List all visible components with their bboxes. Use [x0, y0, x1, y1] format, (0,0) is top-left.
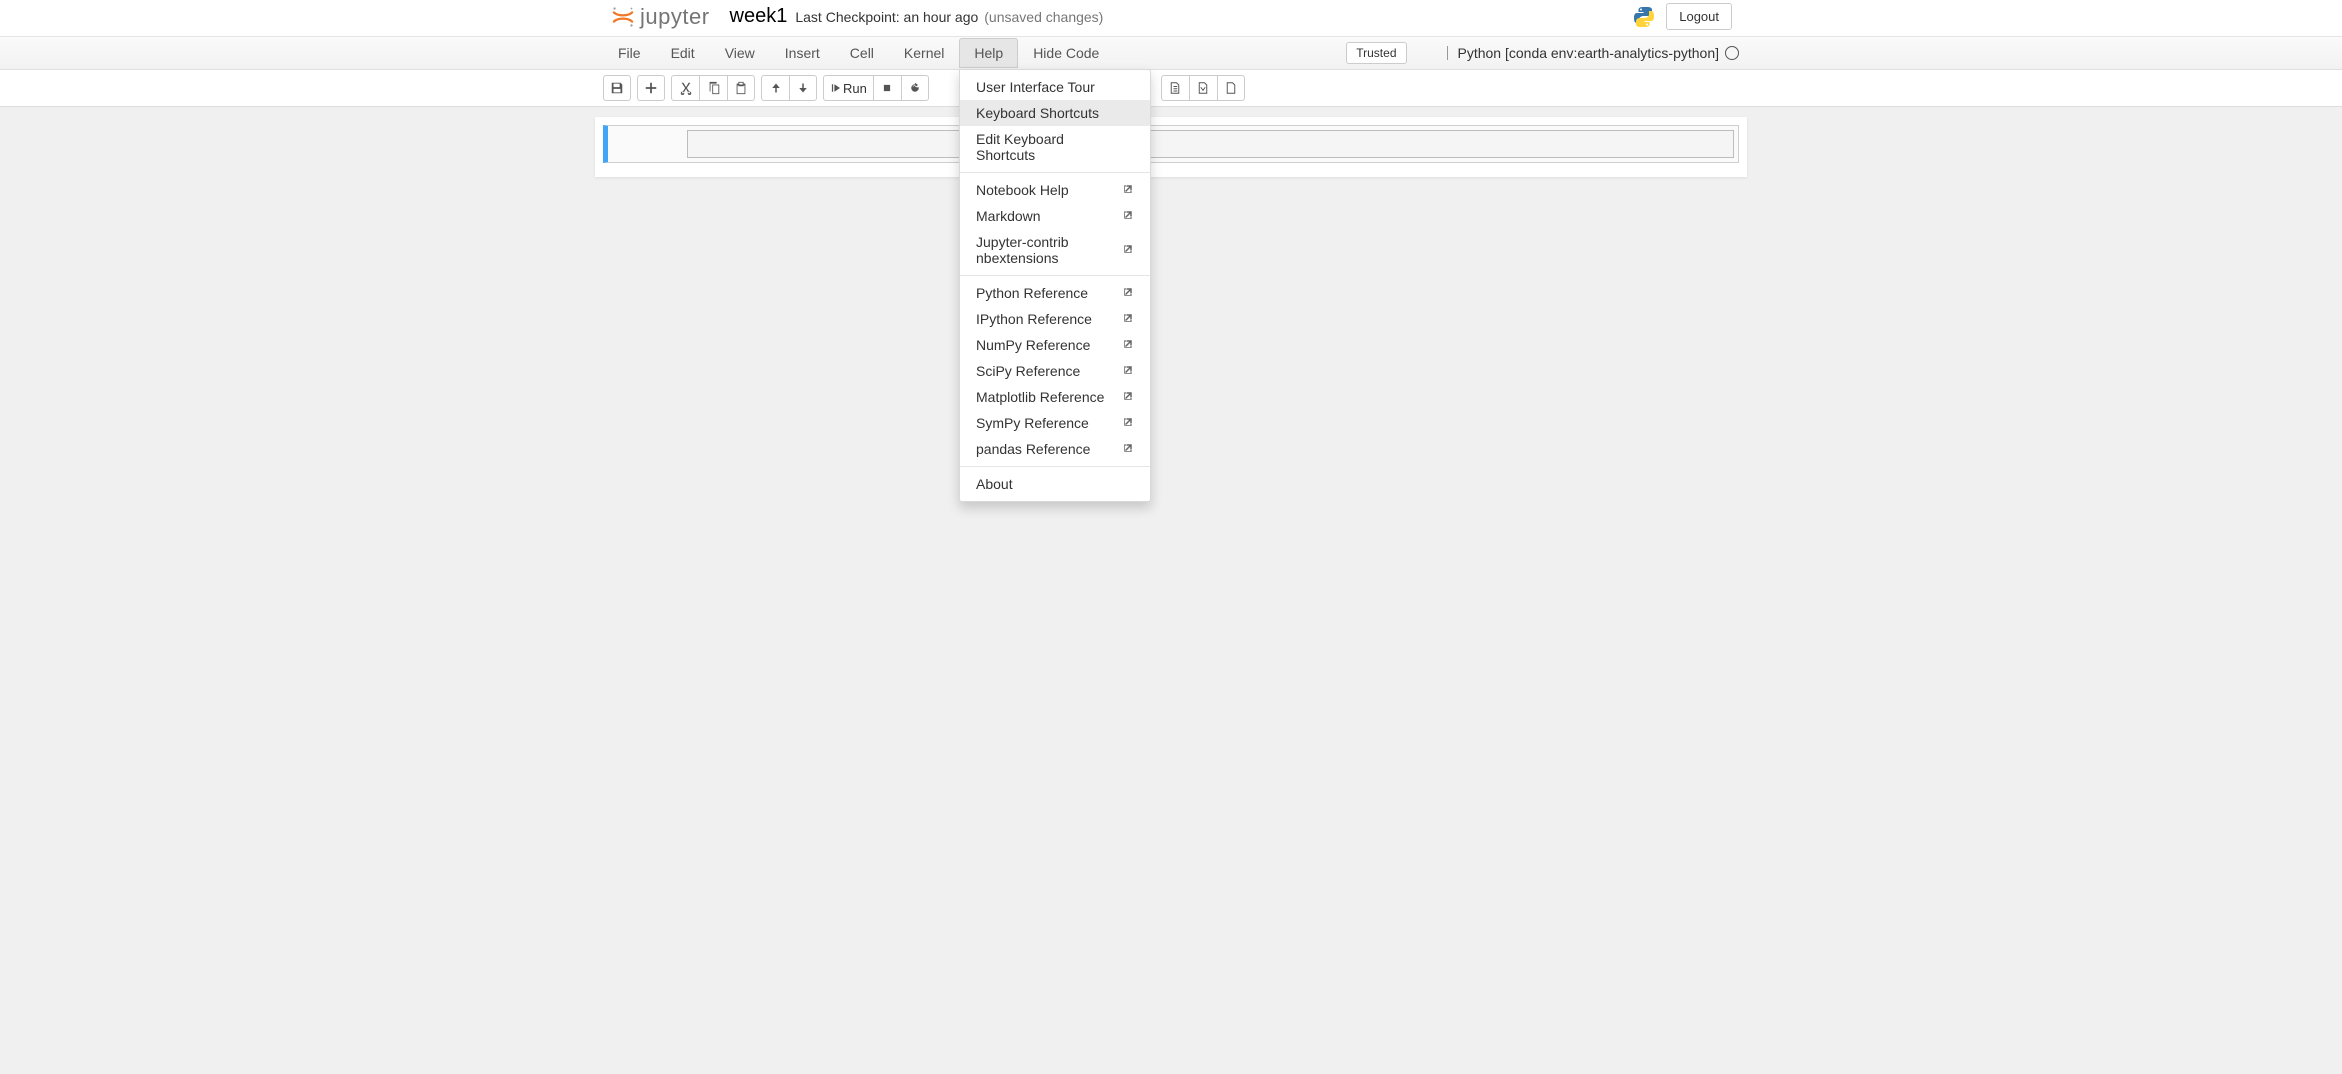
arrow-up-icon [770, 82, 782, 94]
help-item-user-interface-tour[interactable]: User Interface Tour [960, 74, 1150, 100]
paste-button[interactable] [727, 75, 755, 101]
play-icon [830, 83, 840, 93]
template-button[interactable] [1161, 75, 1189, 101]
menu-divider [960, 172, 1150, 173]
help-item-notebook-help[interactable]: Notebook Help [960, 177, 1150, 203]
menu-item-label: Edit Keyboard Shortcuts [976, 131, 1106, 163]
notebook-area [595, 117, 1747, 177]
kernel-indicator: Python [conda env:earth-analytics-python… [1447, 45, 1740, 61]
copy-icon [707, 81, 721, 95]
menu-item-label: SymPy Reference [976, 415, 1089, 431]
menu-item-label: Matplotlib Reference [976, 389, 1104, 405]
unsaved-status: (unsaved changes) [984, 9, 1103, 25]
file-blank-icon [1225, 81, 1237, 95]
menu-item-label: NumPy Reference [976, 337, 1090, 353]
code-input[interactable] [687, 130, 1734, 158]
menu-insert[interactable]: Insert [770, 38, 835, 68]
restart-icon [909, 82, 921, 94]
menu-divider [960, 466, 1150, 467]
help-item-markdown[interactable]: Markdown [960, 203, 1150, 229]
restart-button[interactable] [901, 75, 929, 101]
menu-kernel[interactable]: Kernel [889, 38, 959, 68]
help-item-pandas-reference[interactable]: pandas Reference [960, 436, 1150, 462]
help-item-ipython-reference[interactable]: IPython Reference [960, 306, 1150, 332]
checkpoint-status: Last Checkpoint: an hour ago [795, 9, 978, 25]
arrow-down-icon [797, 82, 809, 94]
help-item-jupyter-contrib-nbextensions[interactable]: Jupyter-contrib nbextensions [960, 229, 1150, 271]
add-cell-button[interactable] [637, 75, 665, 101]
external-link-icon [1122, 389, 1134, 405]
paste-icon [734, 81, 748, 95]
toolbar: Run [0, 70, 2342, 107]
external-link-icon [1122, 311, 1134, 327]
trusted-button[interactable]: Trusted [1346, 42, 1406, 64]
help-dropdown: User Interface Tour Keyboard Shortcuts Edi… [959, 69, 1151, 502]
help-item-sympy-reference[interactable]: SymPy Reference [960, 410, 1150, 436]
menu-item-label: SciPy Reference [976, 363, 1080, 379]
logout-button[interactable]: Logout [1666, 3, 1732, 30]
run-label: Run [843, 81, 867, 96]
copy-button[interactable] [699, 75, 727, 101]
menubar: FileEditViewInsertCellKernelHelpUser Int… [0, 37, 2342, 70]
kernel-status-icon [1725, 46, 1739, 60]
move-down-button[interactable] [789, 75, 817, 101]
menu-item-label: User Interface Tour [976, 79, 1095, 95]
external-link-icon [1122, 182, 1134, 198]
header: jupyter week1 Last Checkpoint: an hour a… [0, 0, 2342, 37]
menu-item-label: pandas Reference [976, 441, 1090, 457]
menu-hide-code[interactable]: Hide Code [1018, 38, 1114, 68]
jupyter-logo-text: jupyter [640, 4, 710, 30]
external-link-icon [1122, 415, 1134, 431]
menu-item-label: About [976, 476, 1013, 492]
external-link-icon [1122, 441, 1134, 457]
menu-item-label: Python Reference [976, 285, 1088, 301]
stop-icon [882, 83, 892, 93]
save-button[interactable] [603, 75, 631, 101]
file-icon [1169, 81, 1181, 95]
menu-item-label: Markdown [976, 208, 1041, 224]
move-up-button[interactable] [761, 75, 789, 101]
kernel-name[interactable]: Python [conda env:earth-analytics-python… [1458, 45, 1720, 61]
menu-file[interactable]: File [603, 38, 656, 68]
help-item-matplotlib-reference[interactable]: Matplotlib Reference [960, 384, 1150, 410]
run-button[interactable]: Run [823, 75, 873, 101]
code-cell[interactable] [603, 125, 1739, 163]
help-item-about[interactable]: About [960, 471, 1150, 497]
save-icon [610, 81, 624, 95]
help-item-numpy-reference[interactable]: NumPy Reference [960, 332, 1150, 358]
pdf-button[interactable] [1189, 75, 1217, 101]
plus-icon [644, 81, 658, 95]
menu-cell[interactable]: Cell [835, 38, 889, 68]
menu-view[interactable]: View [710, 38, 770, 68]
external-link-icon [1122, 337, 1134, 353]
blank-button[interactable] [1217, 75, 1245, 101]
menu-help[interactable]: Help [959, 38, 1018, 68]
external-link-icon [1122, 363, 1134, 379]
python-logo-icon [1632, 5, 1656, 29]
help-item-edit-keyboard-shortcuts[interactable]: Edit Keyboard Shortcuts [960, 126, 1150, 168]
divider [1447, 46, 1448, 60]
file-pdf-icon [1197, 81, 1209, 95]
external-link-icon [1122, 208, 1134, 224]
external-link-icon [1122, 242, 1134, 258]
cut-icon [679, 81, 693, 95]
menu-item-label: Keyboard Shortcuts [976, 105, 1099, 121]
external-link-icon [1122, 285, 1134, 301]
notebook-name[interactable]: week1 [730, 5, 788, 28]
menu-item-label: Jupyter-contrib nbextensions [976, 234, 1106, 266]
menu-item-label: Notebook Help [976, 182, 1069, 198]
help-item-scipy-reference[interactable]: SciPy Reference [960, 358, 1150, 384]
help-item-python-reference[interactable]: Python Reference [960, 280, 1150, 306]
help-item-keyboard-shortcuts[interactable]: Keyboard Shortcuts [960, 100, 1150, 126]
cut-button[interactable] [671, 75, 699, 101]
stop-button[interactable] [873, 75, 901, 101]
menu-item-label: IPython Reference [976, 311, 1092, 327]
menu-edit[interactable]: Edit [656, 38, 710, 68]
menu-divider [960, 275, 1150, 276]
jupyter-logo[interactable]: jupyter [610, 4, 710, 30]
input-prompt [612, 130, 687, 158]
jupyter-logo-icon [610, 4, 636, 30]
